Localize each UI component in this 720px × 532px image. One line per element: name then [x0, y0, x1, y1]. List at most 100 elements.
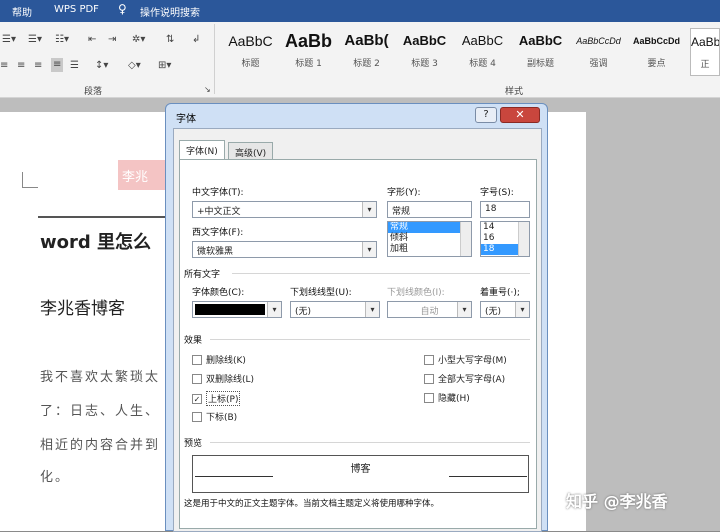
- font-description: 这是用于中文的正文主题字体。当前文档主题定义将使用哪种字体。: [184, 499, 440, 509]
- style-heading-2[interactable]: AaBb( 标题 2: [338, 28, 395, 76]
- list-item[interactable]: 加粗: [388, 244, 471, 255]
- en-font-combo[interactable]: 微软雅黑 ▾: [192, 241, 377, 258]
- checkbox-box[interactable]: [424, 373, 434, 384]
- font-color-picker[interactable]: ▾: [192, 301, 282, 318]
- paragraph-launcher-icon[interactable]: ↘: [204, 84, 211, 96]
- font-color-label: 字体颜色(C):: [192, 288, 245, 298]
- decrease-indent-icon[interactable]: ⇤: [88, 34, 96, 46]
- en-font-label: 西文字体(F):: [192, 228, 244, 238]
- font-size-list[interactable]: 14 16 18: [480, 221, 530, 257]
- checkbox-box[interactable]: [192, 411, 202, 422]
- doc-paragraph-line: 化。: [40, 470, 71, 485]
- increase-indent-icon[interactable]: ⇥: [108, 34, 116, 46]
- sort-icon[interactable]: ⇅: [166, 34, 174, 46]
- chevron-down-icon[interactable]: ▾: [362, 242, 376, 257]
- numbering-icon[interactable]: ☰▾: [28, 34, 42, 46]
- small-caps-checkbox[interactable]: 小型大写字母(M): [424, 353, 507, 366]
- chevron-down-icon[interactable]: ▾: [457, 302, 471, 317]
- doc-paragraph-line: 我不喜欢太繁琐太: [40, 370, 161, 385]
- underline-style-combo[interactable]: (无) ▾: [290, 301, 380, 318]
- superscript-checkbox[interactable]: ✓ 上标(P): [192, 391, 241, 406]
- strikethrough-checkbox[interactable]: 删除线(K): [192, 353, 246, 366]
- style-normal[interactable]: AaBb 正: [690, 28, 720, 76]
- cn-font-combo[interactable]: +中文正文 ▾: [192, 201, 377, 218]
- preview-line-right: [449, 476, 527, 477]
- font-size-label: 字号(S):: [480, 188, 514, 198]
- chevron-down-icon[interactable]: ▾: [362, 202, 376, 217]
- underline-style-label: 下划线线型(U):: [290, 288, 352, 298]
- effects-section-title: 效果: [184, 336, 203, 346]
- style-heading-1[interactable]: AaBb 标题 1: [280, 28, 337, 76]
- color-swatch: [195, 304, 265, 315]
- chevron-down-icon[interactable]: ▾: [515, 302, 529, 317]
- section-divider: [210, 339, 530, 340]
- chevron-down-icon[interactable]: ▾: [365, 302, 379, 317]
- list-item[interactable]: 常规: [388, 222, 471, 233]
- menu-help[interactable]: 帮助: [12, 4, 32, 19]
- section-divider: [232, 273, 530, 274]
- doc-heading: word 里怎么: [40, 232, 152, 253]
- double-strikethrough-checkbox[interactable]: 双删除线(L): [192, 372, 254, 385]
- shading-icon[interactable]: ◇▾: [128, 60, 141, 72]
- font-size-input[interactable]: 18: [480, 201, 530, 218]
- underline-color-label: 下划线颜色(I):: [387, 288, 445, 298]
- tab-advanced[interactable]: 高级(V): [228, 142, 274, 160]
- align-left-icon[interactable]: ≡: [0, 60, 8, 72]
- preview-section-title: 预览: [184, 439, 203, 449]
- style-title[interactable]: AaBbC 标题: [222, 28, 279, 76]
- style-strong[interactable]: AaBbCcDd 要点: [628, 28, 685, 76]
- line-spacing-icon[interactable]: ↕▾: [95, 60, 108, 72]
- doc-paragraph-line: 相近的内容合并到: [40, 438, 161, 453]
- checkbox-box[interactable]: [192, 373, 202, 384]
- font-style-input[interactable]: 常规: [387, 201, 472, 218]
- tell-me-search[interactable]: 操作说明搜索: [140, 4, 200, 19]
- list-item[interactable]: 倾斜: [388, 233, 471, 244]
- preview-text: 博客: [350, 464, 371, 475]
- check-icon[interactable]: ✓: [192, 393, 202, 404]
- preview-box: 博客: [192, 455, 529, 493]
- font-style-label: 字形(Y):: [387, 188, 421, 198]
- align-right-icon[interactable]: ≡: [34, 60, 42, 72]
- menu-wps-pdf[interactable]: WPS PDF: [54, 4, 99, 15]
- checkbox-box[interactable]: [192, 354, 202, 365]
- style-emphasis[interactable]: AaBbCcDd 强调: [570, 28, 627, 76]
- underline-color-combo[interactable]: 自动 ▾: [387, 301, 472, 318]
- multilevel-list-icon[interactable]: ☷▾: [55, 34, 69, 46]
- watermark-author: @李兆香: [603, 492, 668, 511]
- chinese-layout-icon[interactable]: ✲▾: [132, 34, 145, 46]
- align-center-icon[interactable]: ≡: [17, 60, 25, 72]
- heading-rule: [38, 216, 168, 218]
- styles-group-label: 样式: [505, 87, 524, 97]
- subscript-checkbox[interactable]: 下标(B): [192, 410, 237, 423]
- doc-paragraph-line: 了：日志、人生、: [40, 404, 161, 419]
- scrollbar[interactable]: [460, 222, 471, 256]
- doc-subheading: 李兆香博客: [40, 299, 125, 319]
- font-dialog: 字体 ? ✕ 字体(N) 高级(V) 中文字体(T): +中文正文 ▾ 西文字体…: [165, 103, 548, 532]
- style-heading-4[interactable]: AaBbC 标题 4: [454, 28, 511, 76]
- all-text-section-title: 所有文字: [184, 270, 221, 280]
- scrollbar[interactable]: [518, 222, 529, 256]
- close-button[interactable]: ✕: [500, 107, 540, 123]
- emphasis-mark-label: 着重号(·);: [480, 288, 520, 298]
- tab-font[interactable]: 字体(N): [179, 140, 225, 160]
- style-heading-3[interactable]: AaBbC 标题 3: [396, 28, 453, 76]
- menu-bar: 帮助 WPS PDF ♀ 操作说明搜索: [0, 0, 720, 22]
- all-caps-checkbox[interactable]: 全部大写字母(A): [424, 372, 505, 385]
- checkbox-box[interactable]: [424, 392, 434, 403]
- show-marks-icon[interactable]: ↲: [192, 34, 200, 46]
- justify-icon[interactable]: ≡: [51, 58, 64, 72]
- chevron-down-icon[interactable]: ▾: [267, 302, 281, 317]
- emphasis-mark-combo[interactable]: (无) ▾: [480, 301, 530, 318]
- style-subtitle[interactable]: AaBbC 副标题: [512, 28, 569, 76]
- margin-mark: [22, 172, 38, 188]
- borders-icon[interactable]: ⊞▾: [158, 60, 171, 72]
- cn-font-label: 中文字体(T):: [192, 188, 244, 198]
- distributed-icon[interactable]: ☰: [70, 60, 79, 72]
- hidden-checkbox[interactable]: 隐藏(H): [424, 391, 470, 404]
- checkbox-box[interactable]: [424, 354, 434, 365]
- section-divider: [210, 442, 530, 443]
- bullets-icon[interactable]: ☰▾: [2, 34, 16, 46]
- paragraph-group-label: 段落: [84, 87, 103, 97]
- font-style-list[interactable]: 常规 倾斜 加粗: [387, 221, 472, 257]
- help-button[interactable]: ?: [475, 107, 497, 123]
